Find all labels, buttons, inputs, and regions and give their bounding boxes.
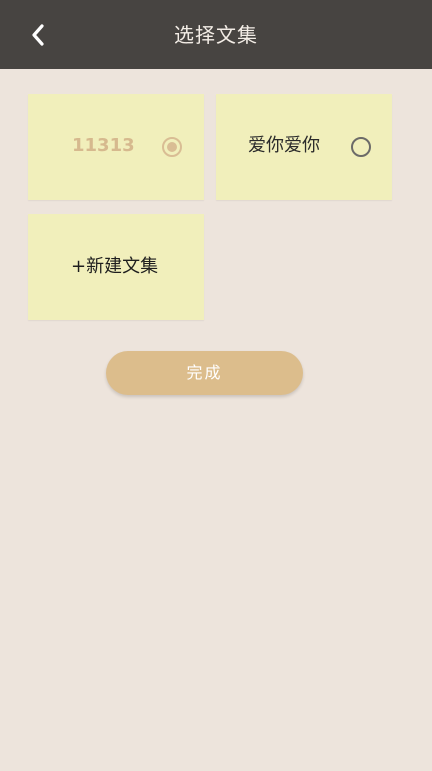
collection-card-11313[interactable]: 11313 [28, 94, 204, 200]
collection-card-aini[interactable]: 爱你爱你 [216, 94, 392, 200]
collection-name: 11313 [72, 135, 135, 156]
done-button[interactable]: 完成 [106, 351, 303, 395]
new-collection-label: +新建文集 [71, 256, 159, 277]
radio-unselected-icon[interactable] [351, 137, 371, 157]
page-title: 选择文集 [174, 23, 258, 47]
done-button-label: 完成 [186, 363, 223, 382]
top-bar: 选择文集 [0, 0, 432, 69]
app-screen: 选择文集 11313 爱你爱你 +新建文集 完成 [0, 0, 432, 771]
new-collection-button[interactable]: +新建文集 [28, 214, 204, 320]
collection-name: 爱你爱你 [248, 135, 320, 156]
radio-selected-icon[interactable] [162, 137, 182, 157]
